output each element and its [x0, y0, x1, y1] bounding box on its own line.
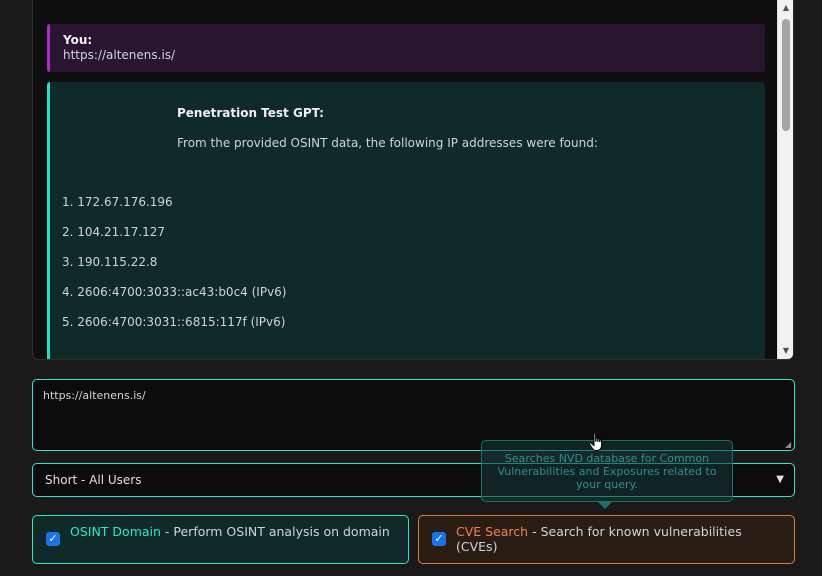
assistant-message-intro: From the provided OSINT data, the follow…	[177, 136, 598, 150]
list-item: 1. 172.67.176.196	[62, 195, 173, 209]
list-item: 5. 2606:4700:3031::6815:117f (IPv6)	[62, 315, 286, 329]
list-item: 2. 104.21.17.127	[62, 225, 166, 239]
user-message-label: You:	[63, 33, 93, 47]
hand-cursor-icon	[588, 432, 603, 451]
mode-select-value: Short - All Users	[45, 473, 142, 487]
tool-desc-osint: - Perform OSINT analysis on domain	[160, 524, 390, 539]
chat-scrollbar[interactable]: ▲ ▼	[777, 0, 793, 359]
list-item: 3. 190.115.22.8	[62, 255, 158, 269]
scroll-down-icon[interactable]: ▼	[778, 343, 793, 359]
resize-grip-icon[interactable]: ◢	[785, 441, 793, 449]
cve-search-checkbox[interactable]: ✓	[432, 532, 446, 546]
ip-address-list: 1. 172.67.176.196 2. 104.21.17.127 3. 19…	[62, 195, 287, 345]
tool-card-cve-search[interactable]: ✓ CVE Search - Search for known vulnerab…	[418, 515, 795, 564]
scroll-up-icon[interactable]: ▲	[778, 0, 793, 16]
user-message-text: https://altenens.is/	[63, 48, 176, 62]
user-message: You: https://altenens.is/	[47, 24, 765, 72]
assistant-message-label: Penetration Test GPT:	[177, 106, 324, 120]
cve-search-tooltip: Searches NVD database for Common Vulnera…	[481, 440, 733, 502]
tool-name-cve: CVE Search	[456, 524, 529, 539]
assistant-message: Penetration Test GPT: From the provided …	[47, 82, 765, 359]
osint-domain-checkbox[interactable]: ✓	[46, 532, 60, 546]
chat-panel[interactable]: You: https://altenens.is/ Penetration Te…	[32, 0, 794, 360]
scroll-thumb[interactable]	[782, 19, 790, 131]
chevron-down-icon: ▼	[776, 474, 784, 485]
tooltip-arrow	[598, 502, 612, 509]
tool-name-osint: OSINT Domain	[70, 524, 161, 539]
list-item: 4. 2606:4700:3033::ac43:b0c4 (IPv6)	[62, 285, 287, 299]
tool-card-osint-domain[interactable]: ✓ OSINT Domain - Perform OSINT analysis …	[32, 515, 409, 564]
